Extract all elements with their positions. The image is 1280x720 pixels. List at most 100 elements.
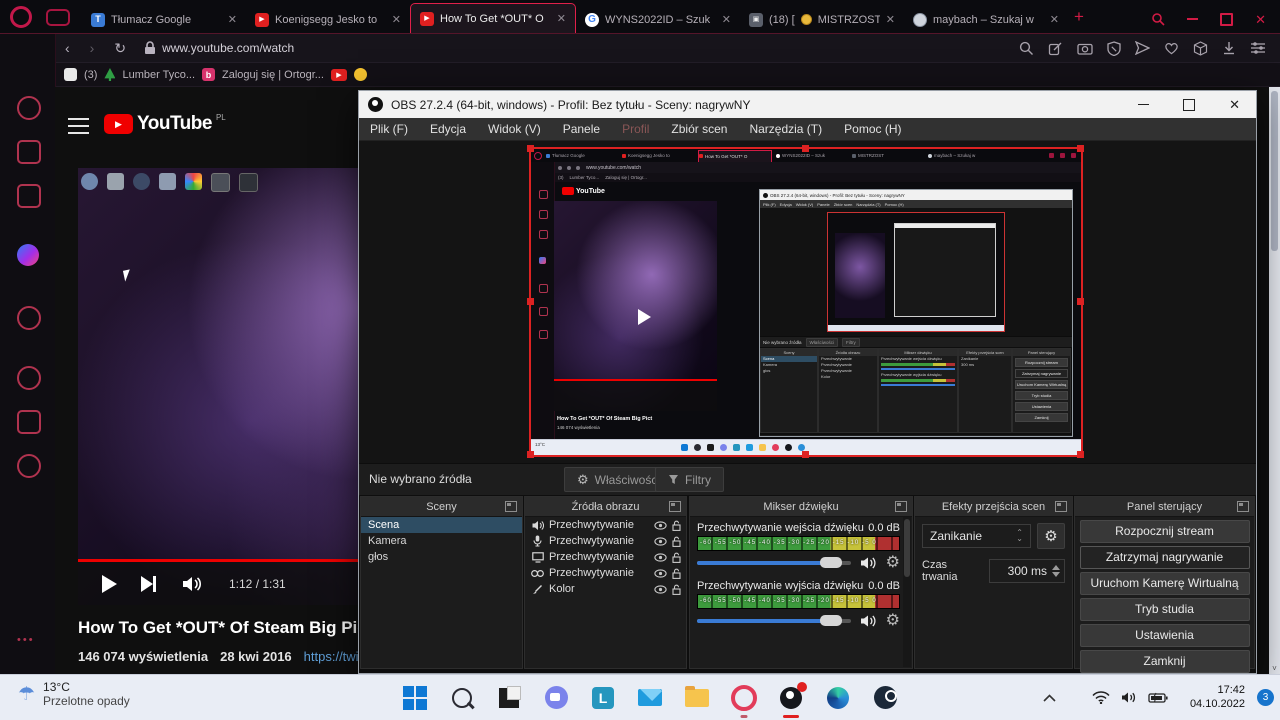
volume-slider[interactable] bbox=[697, 619, 851, 623]
send-icon[interactable] bbox=[1135, 41, 1150, 55]
bookmark-lumber-tycoon[interactable]: Lumber Tyco... bbox=[122, 69, 195, 81]
menu-narzedzia[interactable]: Narzędzia (T) bbox=[738, 122, 833, 136]
extensions-cube-icon[interactable] bbox=[17, 410, 41, 434]
spin-arrows-icon[interactable] bbox=[1052, 565, 1060, 577]
tab-tlumacz-google[interactable]: T Tłumacz Google ✕ bbox=[82, 6, 246, 33]
tab-close-icon[interactable]: ✕ bbox=[392, 13, 401, 26]
shield-block-icon[interactable] bbox=[1107, 41, 1121, 56]
sources-dock-header[interactable]: Źródła obrazu bbox=[525, 497, 686, 517]
tab-wyns2022id[interactable]: G WYNS2022ID – Szuk ✕ bbox=[576, 6, 740, 33]
file-explorer-icon[interactable] bbox=[684, 685, 710, 711]
bookmark-zaloguj-sie[interactable]: Zaloguj się | Ortogr... bbox=[222, 69, 324, 81]
channel-gear-icon[interactable]: ⚙ bbox=[886, 555, 900, 571]
settings-sliders-icon[interactable] bbox=[1250, 41, 1266, 55]
popout-icon[interactable] bbox=[1237, 501, 1249, 512]
scrollbar-thumb[interactable] bbox=[1271, 91, 1278, 251]
edge-icon[interactable] bbox=[825, 685, 851, 711]
popout-icon[interactable] bbox=[1055, 501, 1067, 512]
tab-search-icon[interactable] bbox=[1151, 12, 1165, 26]
visibility-eye-icon[interactable] bbox=[654, 521, 667, 530]
obs-title-bar[interactable]: OBS 27.2.4 (64-bit, windows) - Profil: B… bbox=[359, 91, 1256, 118]
minimize-button[interactable] bbox=[1187, 18, 1198, 20]
selection-handle[interactable] bbox=[1077, 145, 1084, 152]
tab-close-icon[interactable]: ✕ bbox=[1050, 13, 1059, 26]
transitions-dock-header[interactable]: Efekty przejścia scen bbox=[915, 497, 1072, 517]
source-item-audio-output[interactable]: Przechwytywanie bbox=[525, 517, 686, 533]
selection-handle[interactable] bbox=[527, 298, 534, 305]
share-icon[interactable] bbox=[1048, 41, 1063, 56]
tab-maybach[interactable]: maybach – Szukaj w ✕ bbox=[904, 6, 1068, 33]
ortograf-bookmark-icon[interactable]: b bbox=[202, 68, 215, 81]
source-item-camera[interactable]: Przechwytywanie bbox=[525, 565, 686, 581]
visibility-eye-icon[interactable] bbox=[654, 553, 667, 562]
settings-button[interactable]: Ustawienia bbox=[1080, 624, 1250, 647]
camera-icon[interactable] bbox=[1077, 41, 1093, 55]
obs-close-button[interactable]: ✕ bbox=[1229, 97, 1240, 113]
search-button[interactable] bbox=[449, 685, 475, 711]
maximize-button[interactable] bbox=[1220, 13, 1233, 26]
battery-icon[interactable] bbox=[1148, 692, 1168, 704]
lock-icon[interactable] bbox=[672, 568, 681, 579]
steam-icon[interactable] bbox=[872, 685, 898, 711]
bookmark-count[interactable]: (3) bbox=[84, 69, 97, 81]
youtube-bookmark-icon[interactable]: ▶ bbox=[331, 69, 347, 81]
scene-item[interactable]: głos bbox=[361, 549, 522, 565]
studio-mode-button[interactable]: Tryb studia bbox=[1080, 598, 1250, 621]
selection-handle[interactable] bbox=[1077, 298, 1084, 305]
lock-icon[interactable] bbox=[672, 520, 681, 531]
menu-widok[interactable]: Widok (V) bbox=[477, 122, 552, 136]
visibility-eye-icon[interactable] bbox=[654, 537, 667, 546]
lock-icon[interactable] bbox=[672, 552, 681, 563]
theme-app-icon[interactable] bbox=[496, 685, 522, 711]
gx-corner-icon[interactable] bbox=[46, 9, 70, 26]
gx-store-icon[interactable] bbox=[17, 140, 41, 164]
chat-icon[interactable] bbox=[543, 685, 569, 711]
popout-icon[interactable] bbox=[669, 501, 681, 512]
selection-handle[interactable] bbox=[527, 145, 534, 152]
smiley-bookmark-icon[interactable] bbox=[354, 68, 367, 81]
selection-handle[interactable] bbox=[1077, 451, 1084, 458]
popout-icon[interactable] bbox=[895, 501, 907, 512]
lock-icon[interactable] bbox=[672, 584, 681, 595]
obs-maximize-button[interactable] bbox=[1183, 99, 1195, 111]
scene-item-selected[interactable]: Scena bbox=[361, 517, 522, 533]
menu-plik[interactable]: Plik (F) bbox=[359, 122, 419, 136]
address-url[interactable]: www.youtube.com/watch bbox=[162, 41, 294, 55]
messenger-icon[interactable] bbox=[17, 244, 39, 266]
mixer-speaker-icon[interactable] bbox=[860, 556, 877, 570]
download-icon[interactable] bbox=[1222, 41, 1236, 56]
tab-close-icon[interactable]: ✕ bbox=[557, 12, 566, 25]
speed-dial-icon[interactable] bbox=[17, 96, 41, 120]
l-app-icon[interactable]: L bbox=[590, 685, 616, 711]
stop-recording-button[interactable]: Zatrzymaj nagrywanie bbox=[1080, 546, 1250, 569]
opera-gx-logo-icon[interactable] bbox=[10, 6, 32, 28]
volume-icon[interactable] bbox=[182, 575, 203, 593]
transition-gear-button[interactable]: ⚙ bbox=[1037, 523, 1065, 549]
close-button[interactable]: ✕ bbox=[1255, 13, 1266, 26]
transition-select[interactable]: Zanikanie ⌃⌄ bbox=[922, 524, 1031, 548]
menu-panele[interactable]: Panele bbox=[552, 122, 611, 136]
forward-icon[interactable]: › bbox=[90, 41, 95, 55]
channel-gear-icon[interactable]: ⚙ bbox=[886, 613, 900, 629]
virtual-camera-button[interactable]: Uruchom Kamerę Wirtualną bbox=[1080, 572, 1250, 595]
menu-pomoc[interactable]: Pomoc (H) bbox=[833, 122, 912, 136]
visibility-eye-icon[interactable] bbox=[654, 585, 667, 594]
selection-handle[interactable] bbox=[527, 451, 534, 458]
wifi-icon[interactable] bbox=[1092, 691, 1110, 704]
notification-badge[interactable]: 3 bbox=[1257, 689, 1274, 706]
selection-handle[interactable] bbox=[802, 145, 809, 152]
tab-close-icon[interactable]: ✕ bbox=[228, 13, 237, 26]
play-button[interactable] bbox=[102, 575, 117, 593]
source-item-mic[interactable]: Przechwytywanie bbox=[525, 533, 686, 549]
menu-profil[interactable]: Profil bbox=[611, 122, 660, 136]
menu-edycja[interactable]: Edycja bbox=[419, 122, 477, 136]
volume-slider[interactable] bbox=[697, 561, 851, 565]
duration-spinbox[interactable]: 300 ms bbox=[989, 559, 1065, 583]
obs-taskbar-icon[interactable] bbox=[778, 685, 804, 711]
tree-bookmark-icon[interactable] bbox=[104, 68, 115, 81]
start-button[interactable] bbox=[402, 685, 428, 711]
scrollbar-down-arrow[interactable]: ˅ bbox=[1269, 664, 1280, 673]
source-item-color[interactable]: Kolor bbox=[525, 581, 686, 597]
start-stream-button[interactable]: Rozpocznij stream bbox=[1080, 520, 1250, 543]
controls-dock-header[interactable]: Panel sterujący bbox=[1075, 497, 1254, 517]
